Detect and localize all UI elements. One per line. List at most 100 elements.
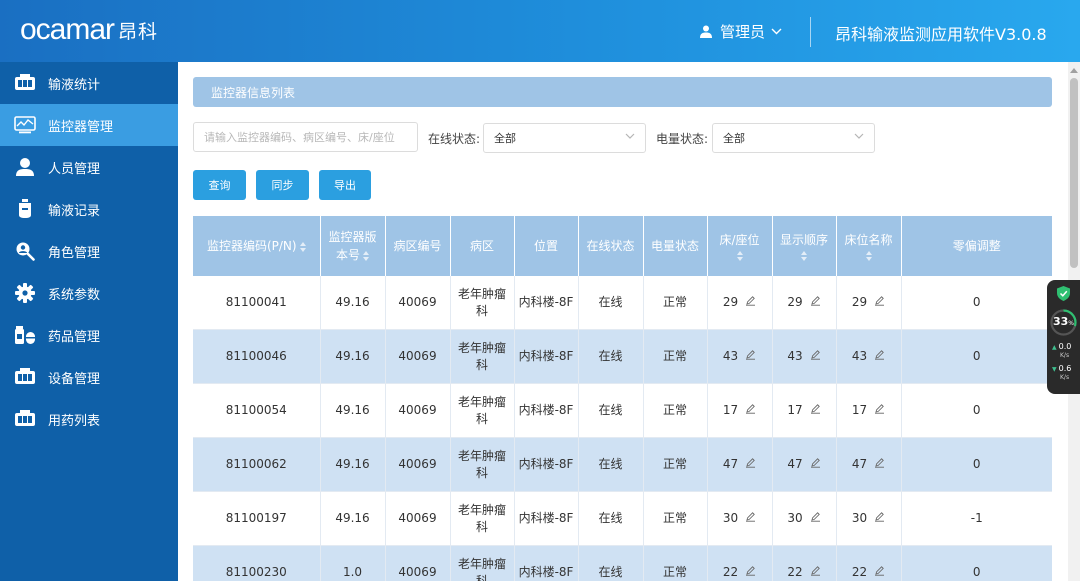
edit-icon[interactable] xyxy=(745,510,756,527)
editable-value: 29 xyxy=(723,294,756,311)
cell-text: 29 xyxy=(851,295,868,309)
cell-zero-offset: 0 xyxy=(901,383,1052,438)
cell-bed-name: 47 xyxy=(836,437,902,492)
sidebar-item-device-management[interactable]: 设备管理 xyxy=(0,356,178,398)
cell-monitor-code: 81100041 xyxy=(193,276,321,330)
cell-text: 17 xyxy=(851,403,868,417)
edit-icon[interactable] xyxy=(810,348,821,365)
shield-check-icon xyxy=(1057,286,1070,301)
sidebar-item-staff-management[interactable]: 人员管理 xyxy=(0,146,178,188)
cell-bed: 30 xyxy=(707,491,773,546)
logo-chinese-text: 昂科 xyxy=(118,20,159,43)
cell-monitor-code: 81100197 xyxy=(193,491,321,546)
edit-icon[interactable] xyxy=(810,402,821,419)
edit-icon[interactable] xyxy=(874,564,885,581)
cell-text: 47 xyxy=(851,457,868,471)
sort-icon[interactable] xyxy=(865,251,872,261)
sidebar-item-label: 系统参数 xyxy=(48,287,101,303)
edit-icon[interactable] xyxy=(810,294,821,311)
editable-value: 22 xyxy=(723,564,756,581)
sort-icon[interactable] xyxy=(299,241,306,252)
cell-text: 81100041 xyxy=(225,295,287,309)
editable-value: 22 xyxy=(852,564,885,581)
cell-text: 老年肿瘤科 xyxy=(457,556,506,581)
column-header-bed-name[interactable]: 床位名称 xyxy=(836,216,902,276)
edit-icon[interactable] xyxy=(745,294,756,311)
edit-icon[interactable] xyxy=(745,564,756,581)
scroll-up-arrow-icon[interactable] xyxy=(1070,68,1078,73)
query-button[interactable]: 查询 xyxy=(193,170,246,200)
sidebar-item-infusion-stats[interactable]: 输液统计 xyxy=(0,62,178,104)
battery-status-select[interactable]: 全部 xyxy=(712,123,875,153)
user-menu[interactable]: 管理员 xyxy=(700,21,790,41)
cell-zero-offset: -1 xyxy=(901,491,1052,546)
edit-icon[interactable] xyxy=(810,564,821,581)
sidebar-item-system-params[interactable]: 系统参数 xyxy=(0,272,178,314)
edit-icon[interactable] xyxy=(874,402,885,419)
sort-icon[interactable] xyxy=(363,250,369,261)
search-input[interactable] xyxy=(193,122,418,152)
edit-icon[interactable] xyxy=(745,402,756,419)
cell-text: 49.16 xyxy=(335,349,370,363)
online-status-select[interactable]: 全部 xyxy=(483,123,646,153)
cell-text: 40069 xyxy=(398,511,437,525)
cell-text: 40069 xyxy=(398,457,437,471)
cell-text: 30 xyxy=(722,511,739,525)
cell-text: 17 xyxy=(722,403,739,417)
cell-ward: 老年肿瘤科 xyxy=(450,329,515,384)
sidebar-item-medication-list[interactable]: 用药列表 xyxy=(0,398,178,440)
cell-text: -1 xyxy=(970,511,983,525)
column-header-bed[interactable]: 床/座位 xyxy=(707,216,773,276)
cell-bed: 43 xyxy=(707,329,773,384)
sidebar-item-medicine-management[interactable]: 药品管理 xyxy=(0,314,178,356)
sidebar-item-role-management[interactable]: 角色管理 xyxy=(0,230,178,272)
sidebar-item-label: 药品管理 xyxy=(48,329,101,345)
table-header-row: 监控器编码(P/N) 监控器版本号 病区编号 病区 位置 在线状态 电量状态 床… xyxy=(193,216,1052,276)
cell-ward-code: 40069 xyxy=(385,491,451,546)
sidebar-item-monitor-management[interactable]: 监控器管理 xyxy=(0,104,178,146)
cell-text: 43 xyxy=(851,349,868,363)
scrollbar-thumb[interactable] xyxy=(1070,78,1078,268)
edit-icon[interactable] xyxy=(874,294,885,311)
sidebar-item-label: 角色管理 xyxy=(48,245,101,261)
sidebar-item-infusion-records[interactable]: 输液记录 xyxy=(0,188,178,230)
cell-location: 内科楼-8F xyxy=(514,491,579,546)
header-divider xyxy=(810,17,811,47)
edit-icon[interactable] xyxy=(810,510,821,527)
editable-value: 17 xyxy=(852,402,885,419)
table-row: 81100197 49.16 40069 老年肿瘤科 内科楼-8F 在线 正常 30 30 30 -… xyxy=(193,491,1052,546)
cell-text: 43 xyxy=(787,349,803,363)
cell-text: 在线 xyxy=(598,511,623,525)
cell-location: 内科楼-8F xyxy=(514,383,579,438)
cell-text: 老年肿瘤科 xyxy=(457,394,506,426)
cell-battery-status: 正常 xyxy=(643,383,708,438)
edit-icon[interactable] xyxy=(874,510,885,527)
column-header-monitor-code[interactable]: 监控器编码(P/N) xyxy=(193,216,321,276)
cell-battery-status: 正常 xyxy=(643,545,708,581)
cell-text: 47 xyxy=(787,457,803,471)
column-header-display-order[interactable]: 显示顺序 xyxy=(772,216,837,276)
edit-icon[interactable] xyxy=(810,456,821,473)
sort-icon[interactable] xyxy=(736,251,743,261)
chevron-down-icon xyxy=(771,28,782,34)
edit-icon[interactable] xyxy=(745,456,756,473)
sync-button[interactable]: 同步 xyxy=(256,170,309,200)
edit-icon[interactable] xyxy=(745,348,756,365)
editable-value: 29 xyxy=(787,294,820,311)
edit-icon[interactable] xyxy=(874,348,885,365)
cell-text: 内科楼-8F xyxy=(518,457,574,471)
editable-value: 22 xyxy=(787,564,820,581)
sort-icon[interactable] xyxy=(801,251,807,261)
cell-online-status: 在线 xyxy=(578,437,644,492)
cell-text: 49.16 xyxy=(335,403,370,417)
edit-icon[interactable] xyxy=(874,456,885,473)
cell-text: 老年肿瘤科 xyxy=(457,286,506,318)
table-row: 81100230 1.0 40069 老年肿瘤科 内科楼-8F 在线 正常 22 22 22 0 xyxy=(193,545,1052,581)
cell-online-status: 在线 xyxy=(578,276,644,330)
export-button[interactable]: 导出 xyxy=(319,170,371,200)
cell-bed: 22 xyxy=(707,545,773,581)
section-title-bar: 监控器信息列表 xyxy=(193,77,1052,107)
cell-text: 40069 xyxy=(398,565,437,579)
column-header-version[interactable]: 监控器版本号 xyxy=(320,216,386,276)
network-monitor-widget[interactable]: 33% ▲ 0.0 K/s ▼ 0.6 K/s xyxy=(1047,280,1080,394)
